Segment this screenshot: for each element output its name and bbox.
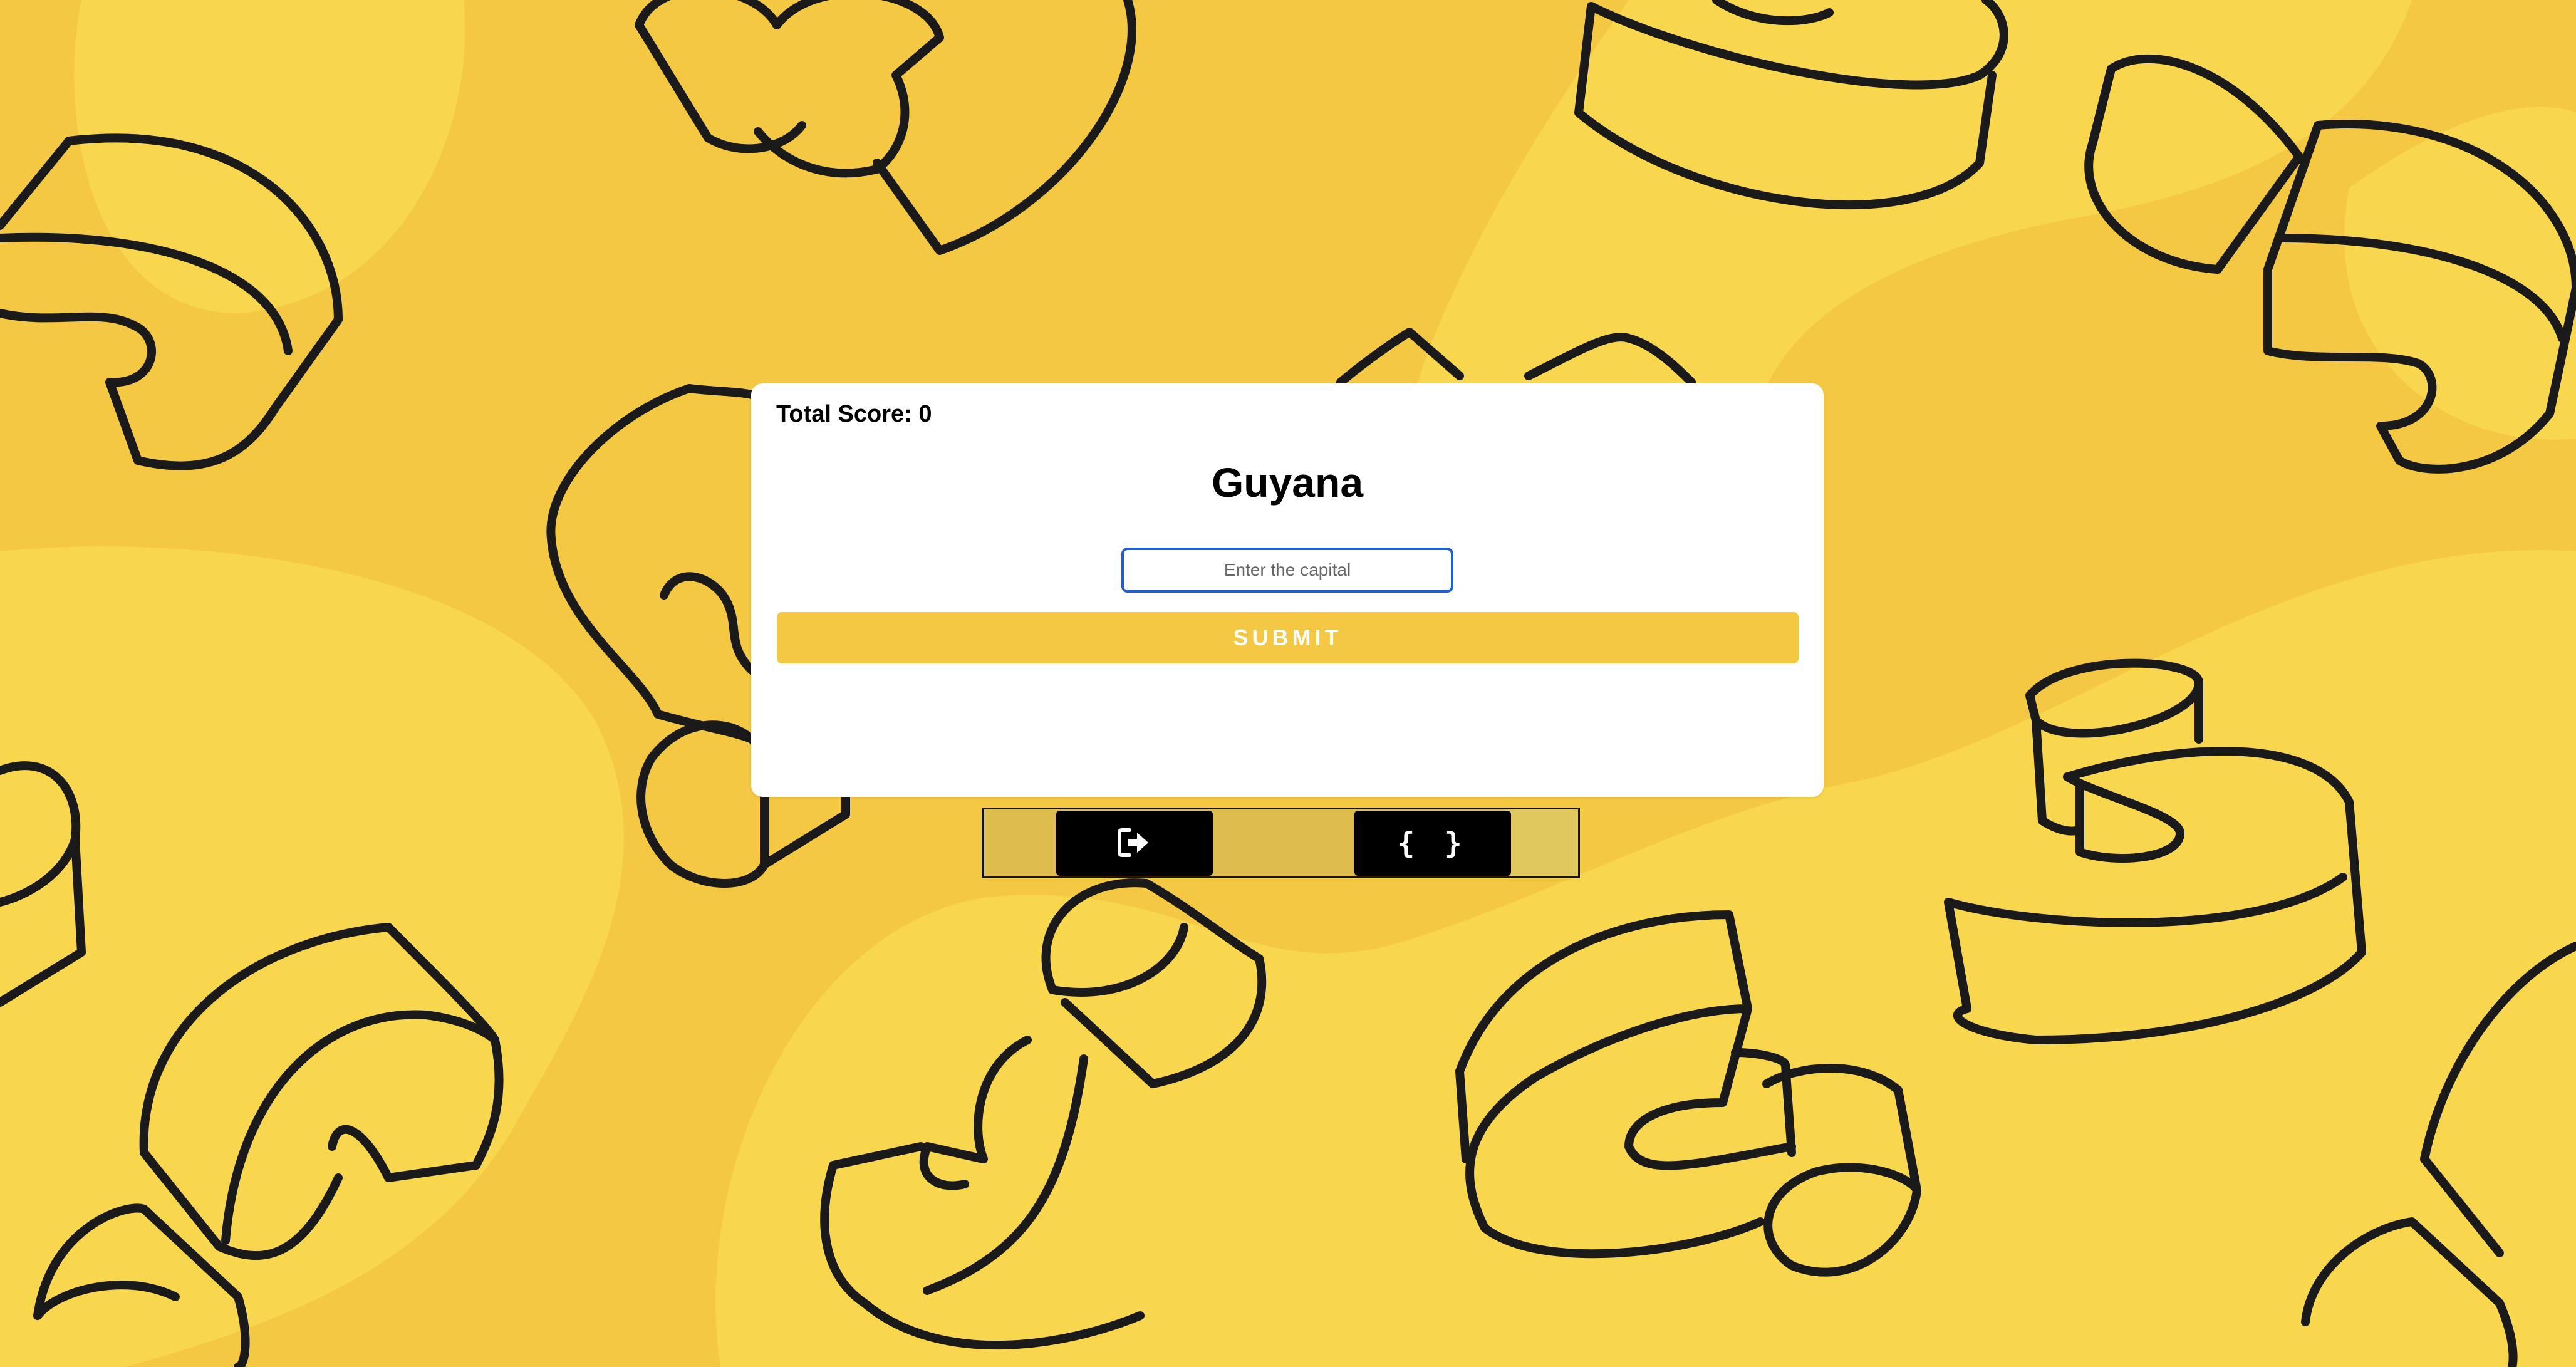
background-blob	[2344, 107, 2576, 440]
submit-button[interactable]: SUBMIT	[777, 612, 1799, 663]
sign-out-icon	[1116, 826, 1153, 861]
toolbar-segment	[1504, 809, 1578, 876]
code-braces-icon: { }	[1397, 826, 1468, 860]
background-blob	[0, 546, 624, 1367]
country-name: Guyana	[1211, 459, 1364, 506]
code-button[interactable]: { }	[1354, 811, 1511, 876]
quiz-card: Total Score: 0 Guyana SUBMIT	[751, 383, 1824, 797]
arch-shape	[635, 0, 1136, 255]
bottom-toolbar: { }	[982, 808, 1580, 878]
question-mark-shape	[546, 384, 756, 744]
exit-button[interactable]	[1056, 811, 1213, 876]
capital-input[interactable]	[1121, 548, 1453, 593]
background-blob	[74, 0, 465, 313]
total-score: Total Score: 0	[776, 401, 932, 427]
